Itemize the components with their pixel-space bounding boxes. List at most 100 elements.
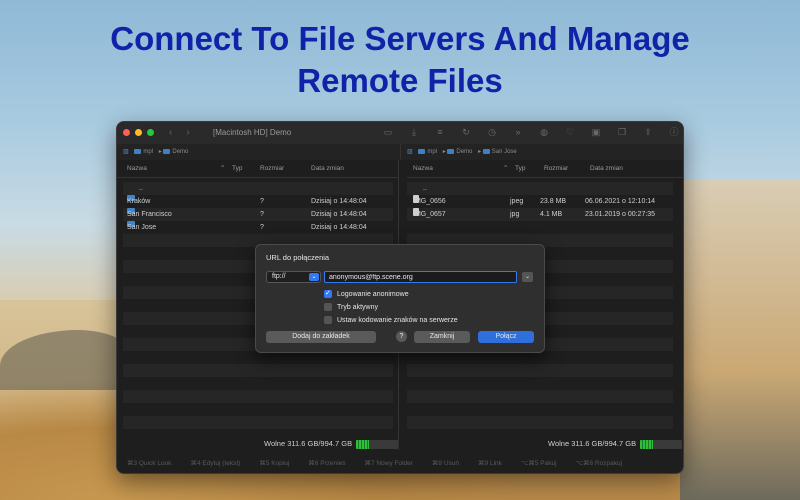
column-date[interactable]: Data zmian xyxy=(311,160,344,178)
row-name: IMG_0657 xyxy=(413,211,446,218)
close-button[interactable]: Zamknij xyxy=(414,331,470,343)
checkbox-label: Ustaw kodowanie znaków na serwerze xyxy=(337,317,458,324)
toolbar: ▭ ⤓ ≡ ↻ ◷ » ◍ ♡ ▣ ❐ ⇪ ⓘ xyxy=(375,126,683,139)
fn-new-folder[interactable]: ⌘7 Nowy Folder xyxy=(365,454,413,473)
row-stripe xyxy=(407,416,673,429)
connect-button[interactable]: Połącz xyxy=(478,331,534,343)
column-name[interactable]: Nazwa xyxy=(413,160,433,178)
heart-icon[interactable]: ♡ xyxy=(557,126,583,139)
row-size: ? xyxy=(260,211,264,218)
fn-edit[interactable]: ⌘4 Edytuj (tekst) xyxy=(190,454,240,473)
fn-link[interactable]: ⌘9 Link xyxy=(478,454,502,473)
help-button[interactable]: ? xyxy=(396,331,407,342)
column-name[interactable]: Nazwa xyxy=(127,160,147,178)
path-segment[interactable]: mpl xyxy=(134,144,153,160)
row-stripe xyxy=(123,390,393,403)
table-row[interactable]: .. xyxy=(407,182,673,195)
free-space-text: Wolne 311.6 GB/994.7 GB xyxy=(264,439,353,448)
book-icon[interactable]: ▥ xyxy=(123,144,129,160)
monitor-icon[interactable]: ▭ xyxy=(375,126,401,139)
fn-delete[interactable]: ⌘8 Usuń xyxy=(432,454,459,473)
column-type[interactable]: Typ xyxy=(515,160,525,178)
checkbox-unchecked[interactable] xyxy=(324,316,332,325)
checkbox-label: Logowanie anonimowe xyxy=(337,291,409,298)
table-row[interactable]: IMG_0656 jpeg 23.8 MB 06.06.2021 o 12:10… xyxy=(407,195,673,208)
path-segment[interactable]: ▸ Demo xyxy=(443,144,472,160)
free-space-bar xyxy=(640,439,683,449)
row-date: Dzisiaj o 14:48:04 xyxy=(311,224,367,231)
table-row[interactable]: San Francisco ? Dzisiaj o 14:48:04 xyxy=(123,208,393,221)
table-row[interactable]: IMG_0657 jpg 4.1 MB 23.01.2019 o 00:27:3… xyxy=(407,208,673,221)
info-icon[interactable]: ⓘ xyxy=(661,126,683,139)
column-headers: Nazwa ⌃ Typ Rozmiar Data zmian xyxy=(407,160,683,178)
share-icon[interactable]: ⇪ xyxy=(635,126,661,139)
zoom-window-button[interactable] xyxy=(147,129,154,136)
close-window-button[interactable] xyxy=(123,129,130,136)
sort-icon: ⌃ xyxy=(503,165,509,172)
url-input[interactable] xyxy=(324,271,517,283)
row-stripe xyxy=(407,364,673,377)
free-space-text: Wolne 311.6 GB/994.7 GB xyxy=(548,439,637,448)
checkbox-checked[interactable] xyxy=(324,289,332,299)
column-date[interactable]: Data zmian xyxy=(590,160,623,178)
headline-line-1: Connect To File Servers And Manage xyxy=(110,20,690,57)
row-date: Dzisiaj o 14:48:04 xyxy=(311,198,367,205)
terminal-icon[interactable]: ▣ xyxy=(583,126,609,139)
checkbox-unchecked[interactable] xyxy=(324,303,332,312)
fn-pack[interactable]: ⌥⌘5 Pakuj xyxy=(521,454,557,473)
history-dropdown-button[interactable]: ⌄ xyxy=(522,272,533,282)
free-space-fill xyxy=(356,439,370,449)
path-segment[interactable]: mpl xyxy=(418,144,437,160)
fn-move[interactable]: ⌘6 Przenieś xyxy=(308,454,345,473)
forward-nav-icon[interactable]: › xyxy=(186,127,203,138)
row-date: Dzisiaj o 14:48:04 xyxy=(311,211,367,218)
function-key-bar: ⌘3 Quick Look ⌘4 Edytuj (tekst) ⌘5 Kopiu… xyxy=(117,454,683,473)
window-title: [Macintosh HD] Demo xyxy=(213,128,292,137)
checkbox-anonymous-login[interactable]: Logowanie anonimowe xyxy=(324,289,409,300)
add-bookmark-button[interactable]: Dodaj do zakładek xyxy=(266,331,376,343)
left-path-bar: ▥ mpl ▸ Demo xyxy=(117,144,401,160)
back-icon[interactable]: ‹ xyxy=(169,127,186,138)
free-space-fill xyxy=(640,439,654,449)
table-row[interactable]: .. xyxy=(123,182,393,195)
checkbox-server-encoding[interactable]: Ustaw kodowanie znaków na serwerze xyxy=(324,316,458,326)
table-row[interactable]: San Jose ? Dzisiaj o 14:48:04 xyxy=(123,221,393,234)
table-row[interactable]: Kraków ? Dzisiaj o 14:48:04 xyxy=(123,195,393,208)
checkbox-label: Tryb aktywny xyxy=(337,304,378,311)
column-type[interactable]: Typ xyxy=(232,160,242,178)
right-path-bar: ▥ mpl ▸ Demo ▸ San Jose xyxy=(401,144,683,160)
folder-icon xyxy=(447,148,455,154)
clock-icon[interactable]: ◷ xyxy=(479,126,505,139)
globe-icon[interactable]: ◍ xyxy=(531,126,557,139)
row-size: 23.8 MB xyxy=(540,198,567,205)
headline-line-2: Remote Files xyxy=(297,62,503,99)
row-size: ? xyxy=(260,198,264,205)
background-dune xyxy=(680,180,800,500)
folder-icon xyxy=(134,148,142,154)
connect-dialog: URL do połączenia ftp:// ⌄ ⌄ Logowanie a… xyxy=(255,244,545,353)
forward-icon[interactable]: » xyxy=(505,126,531,139)
protocol-value: ftp:// xyxy=(272,273,286,280)
column-size[interactable]: Rozmiar xyxy=(260,160,284,178)
minimize-window-button[interactable] xyxy=(135,129,142,136)
column-size[interactable]: Rozmiar xyxy=(544,160,568,178)
checkbox-active-mode[interactable]: Tryb aktywny xyxy=(324,303,378,313)
path-segment[interactable]: ▸ San Jose xyxy=(478,144,517,160)
fn-copy[interactable]: ⌘5 Kopiuj xyxy=(259,454,289,473)
row-stripe xyxy=(123,364,393,377)
download-icon[interactable]: ⤓ xyxy=(401,126,427,139)
row-size: ? xyxy=(260,224,264,231)
folder-icon xyxy=(418,148,426,154)
protocol-select[interactable]: ftp:// ⌄ xyxy=(266,271,321,283)
fn-unpack[interactable]: ⌥⌘6 Rozpakuj xyxy=(576,454,623,473)
copy-icon[interactable]: ❐ xyxy=(609,126,635,139)
row-name: Kraków xyxy=(127,198,151,205)
title-bar: ‹› [Macintosh HD] Demo ▭ ⤓ ≡ ↻ ◷ » ◍ ♡ ▣… xyxy=(117,122,683,144)
path-segment[interactable]: ▸ Demo xyxy=(159,144,188,160)
row-size: 4.1 MB xyxy=(540,211,563,218)
fn-quick-look[interactable]: ⌘3 Quick Look xyxy=(127,454,171,473)
book-icon[interactable]: ▥ xyxy=(407,144,413,160)
column-headers: Nazwa ⌃ Typ Rozmiar Data zmian xyxy=(117,160,398,178)
refresh-icon[interactable]: ↻ xyxy=(453,126,479,139)
list-icon[interactable]: ≡ xyxy=(427,126,453,139)
